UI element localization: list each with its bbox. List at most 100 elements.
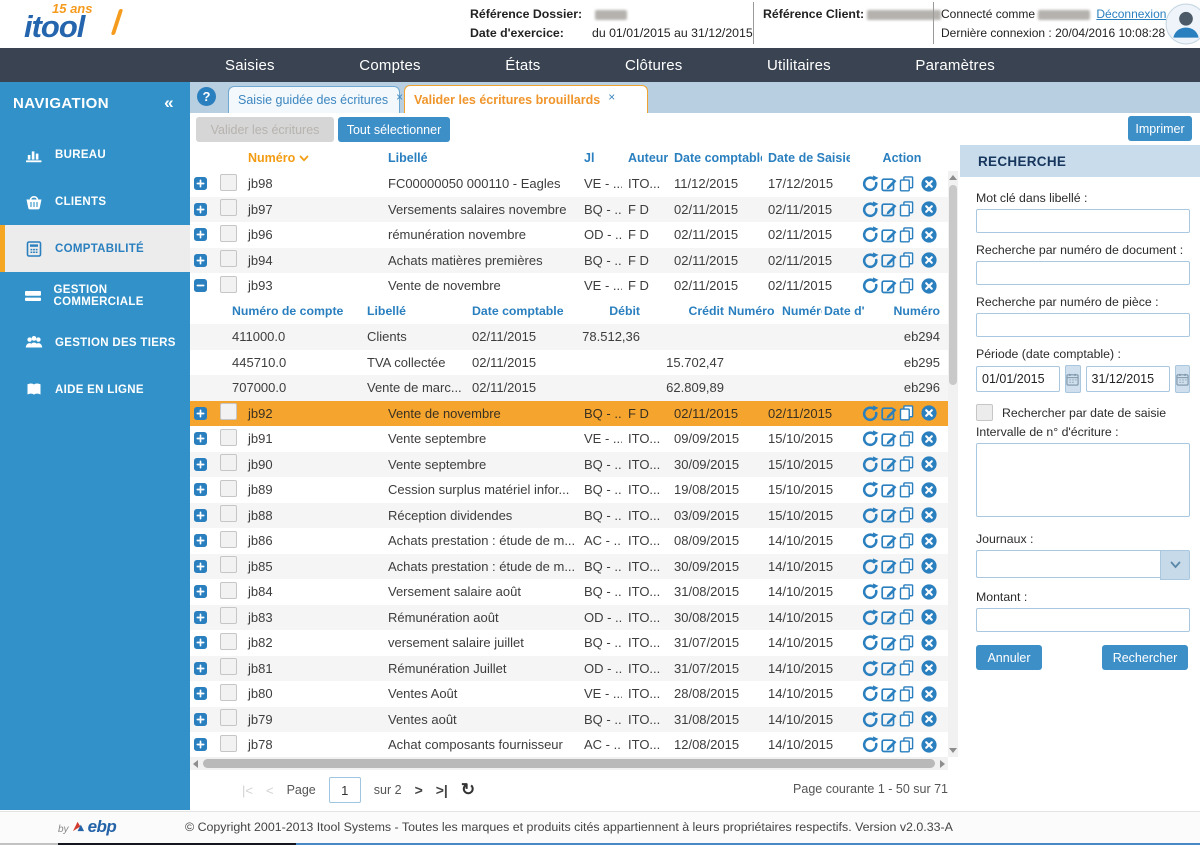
delete-icon[interactable] bbox=[921, 431, 937, 447]
row-checkbox[interactable] bbox=[220, 276, 237, 293]
doc-number-input[interactable] bbox=[976, 261, 1190, 285]
period-to-input[interactable] bbox=[1086, 366, 1170, 392]
revalidate-icon[interactable] bbox=[862, 558, 879, 575]
menu-clotures[interactable]: Clôtures bbox=[625, 57, 682, 74]
column-header-auteur[interactable]: Auteur bbox=[622, 151, 668, 165]
delete-icon[interactable] bbox=[921, 737, 937, 753]
edit-icon[interactable] bbox=[881, 201, 897, 217]
row-checkbox[interactable] bbox=[220, 225, 237, 242]
delete-icon[interactable] bbox=[921, 686, 937, 702]
edit-icon[interactable] bbox=[881, 278, 897, 294]
expand-row-icon[interactable] bbox=[194, 560, 207, 573]
column-header-jl[interactable]: Jl bbox=[578, 151, 622, 165]
print-button[interactable]: Imprimer bbox=[1128, 116, 1192, 141]
copy-icon[interactable] bbox=[899, 456, 914, 472]
row-checkbox[interactable] bbox=[220, 505, 237, 522]
table-row[interactable]: jb90Vente septembreBQ - ...ITO...30/09/2… bbox=[190, 452, 948, 478]
table-row[interactable]: jb97Versements salaires novembreBQ - ...… bbox=[190, 197, 948, 223]
expand-row-icon[interactable] bbox=[194, 509, 207, 522]
edit-icon[interactable] bbox=[881, 660, 897, 676]
delete-icon[interactable] bbox=[921, 635, 937, 651]
menu-etats[interactable]: États bbox=[505, 57, 540, 74]
close-icon[interactable]: × bbox=[608, 90, 615, 104]
edit-icon[interactable] bbox=[881, 252, 897, 268]
montant-input[interactable] bbox=[976, 608, 1190, 632]
delete-icon[interactable] bbox=[921, 252, 937, 268]
expand-row-icon[interactable] bbox=[194, 713, 207, 726]
delete-icon[interactable] bbox=[921, 201, 937, 217]
expand-row-icon[interactable] bbox=[194, 432, 207, 445]
revalidate-icon[interactable] bbox=[862, 711, 879, 728]
column-header-date-saisie[interactable]: Date de Saisie bbox=[762, 151, 850, 165]
row-checkbox[interactable] bbox=[220, 556, 237, 573]
revalidate-icon[interactable] bbox=[862, 660, 879, 677]
sidebar-item-comptabilite[interactable]: COMPTABILITÉ bbox=[0, 225, 190, 272]
menu-comptes[interactable]: Comptes bbox=[359, 57, 420, 74]
logout-link[interactable]: Déconnexion bbox=[1096, 7, 1166, 21]
table-row[interactable]: jb98FC00000050 000110 - EaglesVE - ...IT… bbox=[190, 171, 948, 197]
revalidate-icon[interactable] bbox=[862, 201, 879, 218]
sidebar-item-gestion-tiers[interactable]: GESTION DES TIERS bbox=[0, 319, 190, 366]
copy-icon[interactable] bbox=[899, 584, 914, 600]
table-row[interactable]: jb84Versement salaire aoûtBQ - ...ITO...… bbox=[190, 579, 948, 605]
revalidate-icon[interactable] bbox=[862, 481, 879, 498]
table-row[interactable]: jb88Réception dividendesBQ - ...ITO...03… bbox=[190, 503, 948, 529]
table-row[interactable]: jb79Ventes aoûtBQ - ...ITO...31/08/20151… bbox=[190, 707, 948, 733]
row-checkbox[interactable] bbox=[220, 480, 237, 497]
subtable-row[interactable]: 707000.0Vente de marc...02/11/201562.809… bbox=[190, 375, 948, 401]
expand-row-icon[interactable] bbox=[194, 687, 207, 700]
copy-icon[interactable] bbox=[899, 660, 914, 676]
keyword-input[interactable] bbox=[976, 209, 1190, 233]
tab-valider-ecritures[interactable]: Valider les écritures brouillards × bbox=[404, 85, 648, 113]
delete-icon[interactable] bbox=[921, 405, 937, 421]
scroll-left-icon[interactable] bbox=[193, 760, 198, 768]
revalidate-icon[interactable] bbox=[862, 532, 879, 549]
interval-textarea[interactable] bbox=[976, 443, 1190, 517]
delete-icon[interactable] bbox=[921, 533, 937, 549]
copy-icon[interactable] bbox=[899, 609, 914, 625]
collapse-row-icon[interactable] bbox=[194, 279, 207, 292]
delete-icon[interactable] bbox=[921, 278, 937, 294]
calendar-icon[interactable] bbox=[1065, 365, 1081, 393]
tab-saisie-guidee[interactable]: Saisie guidée des écritures × bbox=[228, 86, 400, 113]
subtable-row[interactable]: 445710.0TVA collectée02/11/201515.702,47… bbox=[190, 350, 948, 376]
delete-icon[interactable] bbox=[921, 558, 937, 574]
piece-number-input[interactable] bbox=[976, 313, 1190, 337]
chevron-down-icon[interactable] bbox=[1160, 550, 1190, 580]
user-avatar[interactable] bbox=[1165, 3, 1200, 45]
next-page-button[interactable]: > bbox=[415, 782, 423, 798]
scroll-down-icon[interactable] bbox=[949, 748, 957, 753]
column-header-action[interactable]: Action bbox=[850, 151, 948, 165]
table-row[interactable]: jb86Achats prestation : étude de m...AC … bbox=[190, 528, 948, 554]
last-page-button[interactable]: >| bbox=[436, 782, 448, 798]
expand-row-icon[interactable] bbox=[194, 407, 207, 420]
vertical-scroll-thumb[interactable] bbox=[949, 185, 957, 385]
edit-icon[interactable] bbox=[881, 686, 897, 702]
sidebar-item-bureau[interactable]: BUREAU bbox=[0, 131, 190, 178]
validate-entries-button[interactable]: Valider les écritures bbox=[196, 117, 334, 142]
expand-row-icon[interactable] bbox=[194, 177, 207, 190]
row-checkbox[interactable] bbox=[220, 250, 237, 267]
row-checkbox[interactable] bbox=[220, 633, 237, 650]
copy-icon[interactable] bbox=[899, 227, 914, 243]
revalidate-icon[interactable] bbox=[862, 430, 879, 447]
revalidate-icon[interactable] bbox=[862, 634, 879, 651]
copy-icon[interactable] bbox=[899, 533, 914, 549]
table-row[interactable]: jb94Achats matières premièresBQ - ...F D… bbox=[190, 248, 948, 274]
table-row[interactable]: jb92Vente de novembreBQ - ...F D02/11/20… bbox=[190, 401, 948, 427]
delete-icon[interactable] bbox=[921, 456, 937, 472]
expand-row-icon[interactable] bbox=[194, 636, 207, 649]
table-row[interactable]: jb85Achats prestation : étude de m...BQ … bbox=[190, 554, 948, 580]
copy-icon[interactable] bbox=[899, 405, 914, 421]
edit-icon[interactable] bbox=[881, 635, 897, 651]
row-checkbox[interactable] bbox=[220, 429, 237, 446]
sidebar-item-aide[interactable]: AIDE EN LIGNE bbox=[0, 366, 190, 413]
revalidate-icon[interactable] bbox=[862, 456, 879, 473]
table-row[interactable]: jb93Vente de novembreVE - ...F D02/11/20… bbox=[190, 273, 948, 299]
row-checkbox[interactable] bbox=[220, 582, 237, 599]
row-checkbox[interactable] bbox=[220, 735, 237, 752]
period-from-input[interactable] bbox=[976, 366, 1060, 392]
copy-icon[interactable] bbox=[899, 482, 914, 498]
page-number-input[interactable] bbox=[329, 777, 361, 803]
copy-icon[interactable] bbox=[899, 558, 914, 574]
